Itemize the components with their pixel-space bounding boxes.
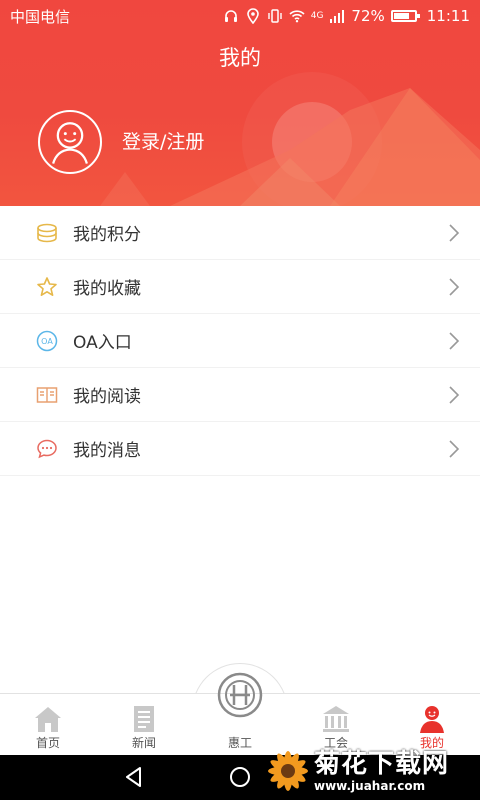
- menu-label: 我的收藏: [73, 279, 141, 299]
- menu-label: 我的积分: [73, 225, 141, 245]
- site-watermark: 菊花下载网 www.juahar.com: [262, 742, 480, 800]
- flower-logo-icon: [268, 751, 308, 791]
- menu-item-points[interactable]: 我的积分: [0, 206, 480, 260]
- tab-news[interactable]: 新闻: [96, 694, 192, 756]
- chevron-right-icon: [449, 385, 460, 404]
- profile-menu: 我的积分 我的收藏 OA OA入口 我的阅读 我的消息: [0, 206, 480, 476]
- back-icon[interactable]: [122, 765, 146, 789]
- menu-item-favorites[interactable]: 我的收藏: [0, 260, 480, 314]
- menu-item-reading[interactable]: 我的阅读: [0, 368, 480, 422]
- battery-icon: [390, 10, 420, 22]
- news-icon: [134, 706, 154, 732]
- login-register-link[interactable]: 登录/注册: [122, 127, 204, 154]
- avatar-icon[interactable]: [38, 110, 102, 174]
- battery-percent: 72%: [351, 7, 385, 25]
- carrier-name: 中国电信: [10, 7, 71, 26]
- chevron-right-icon: [449, 439, 460, 458]
- tab-label: 新闻: [131, 736, 156, 750]
- menu-label: 我的阅读: [73, 387, 141, 407]
- profile-header: 中国电信 4G 72% 11:11 我的 登录/注册: [0, 0, 480, 206]
- vibrate-icon: [268, 9, 282, 23]
- network-type: 4G: [310, 10, 324, 21]
- home-icon: [35, 707, 61, 732]
- union-logo-icon[interactable]: [216, 671, 264, 719]
- home-button-icon[interactable]: [228, 765, 252, 789]
- clock: 11:11: [426, 7, 470, 25]
- coins-icon: [37, 223, 57, 242]
- menu-item-oa-entry[interactable]: OA OA入口: [0, 314, 480, 368]
- tab-home[interactable]: 首页: [0, 694, 96, 756]
- status-bar: 中国电信 4G 72% 11:11: [0, 0, 480, 32]
- wifi-icon: [289, 10, 305, 23]
- signal-icon: [330, 10, 345, 23]
- watermark-url: www.juahar.com: [314, 779, 426, 793]
- person-icon: [420, 706, 444, 733]
- book-icon: [36, 386, 58, 403]
- chevron-right-icon: [449, 223, 460, 242]
- menu-label: OA入口: [73, 333, 132, 353]
- watermark-name: 菊花下载网: [314, 749, 450, 779]
- svg-text:OA: OA: [41, 337, 53, 346]
- location-icon: [246, 8, 259, 24]
- page-title: 我的: [219, 46, 261, 70]
- menu-item-messages[interactable]: 我的消息: [0, 422, 480, 476]
- headphones-icon: [224, 10, 237, 22]
- menu-label: 我的消息: [73, 441, 141, 461]
- tab-label: 首页: [35, 736, 60, 750]
- chevron-right-icon: [449, 277, 460, 296]
- star-icon: [37, 276, 57, 296]
- message-icon: [37, 439, 57, 458]
- chevron-right-icon: [449, 331, 460, 350]
- building-icon: [323, 706, 349, 732]
- oa-icon: OA: [36, 330, 58, 351]
